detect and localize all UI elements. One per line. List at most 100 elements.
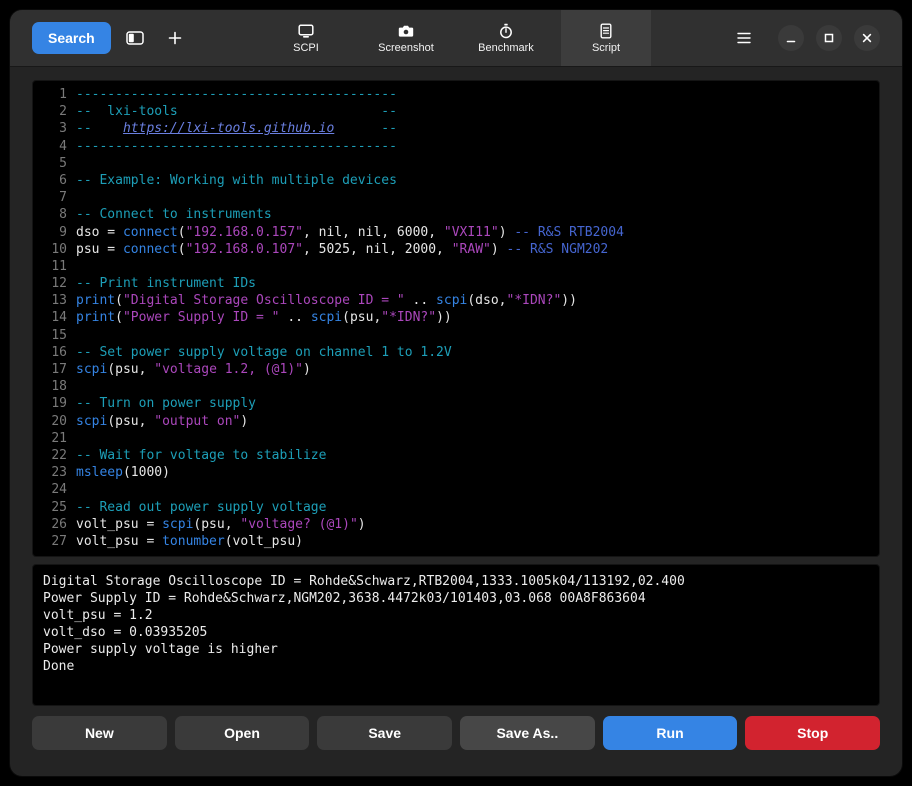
stop-button[interactable]: Stop [745,716,880,750]
line-number: 5 [33,155,67,172]
line-number: 18 [33,378,67,395]
line-number: 9 [33,224,67,241]
tab-benchmark[interactable]: Benchmark [461,10,551,66]
document-icon [598,23,614,39]
console-line: Power Supply ID = Rohde&Schwarz,NGM202,3… [43,590,869,607]
camera-icon [398,23,414,39]
line-number: 12 [33,275,67,292]
code-line: 7 [33,189,879,206]
line-number: 3 [33,120,67,137]
code-line: 3-- https://lxi-tools.github.io -- [33,120,879,137]
save-as-button[interactable]: Save As.. [460,716,595,750]
console-line: Digital Storage Oscilloscope ID = Rohde&… [43,573,869,590]
sidebar-toggle-button[interactable] [119,22,151,54]
script-editor[interactable]: 1---------------------------------------… [32,80,880,557]
code-line: 4---------------------------------------… [33,138,879,155]
code-line: 25-- Read out power supply voltage [33,499,879,516]
line-number: 15 [33,327,67,344]
line-number: 20 [33,413,67,430]
code-line: 27volt_psu = tonumber(volt_psu) [33,533,879,550]
maximize-button[interactable] [816,25,842,51]
code-line: 11 [33,258,879,275]
tab-label: SCPI [293,42,319,54]
console-line: volt_dso = 0.03935205 [43,624,869,641]
line-number: 27 [33,533,67,550]
line-number: 1 [33,86,67,103]
tab-screenshot[interactable]: Screenshot [361,10,451,66]
hamburger-menu-icon [737,32,751,44]
maximize-icon [822,31,836,45]
code-line: 8-- Connect to instruments [33,206,879,223]
header-right-cluster [728,22,880,54]
code-line: 24 [33,481,879,498]
line-number: 8 [33,206,67,223]
code-lines: 1---------------------------------------… [33,86,879,550]
action-bar: New Open Save Save As.. Run Stop [32,716,880,750]
sidebar-toggle-icon [126,30,144,46]
code-line: 5 [33,155,879,172]
line-number: 24 [33,481,67,498]
code-line: 2-- lxi-tools -- [33,103,879,120]
console-line: volt_psu = 1.2 [43,607,869,624]
line-number: 4 [33,138,67,155]
line-number: 11 [33,258,67,275]
code-line: 17scpi(psu, "voltage 1.2, (@1)") [33,361,879,378]
code-line: 18 [33,378,879,395]
code-line: 22-- Wait for voltage to stabilize [33,447,879,464]
code-line: 23msleep(1000) [33,464,879,481]
line-number: 25 [33,499,67,516]
display-icon [298,23,314,39]
header-left-cluster: Search [32,22,191,54]
code-line: 14print("Power Supply ID = " .. scpi(psu… [33,309,879,326]
line-number: 13 [33,292,67,309]
tab-label: Benchmark [478,42,534,54]
code-line: 10psu = connect("192.168.0.107", 5025, n… [33,241,879,258]
run-button[interactable]: Run [603,716,738,750]
line-number: 16 [33,344,67,361]
line-number: 14 [33,309,67,326]
minimize-button[interactable] [778,25,804,51]
search-button[interactable]: Search [32,22,111,54]
code-line: 15 [33,327,879,344]
code-line: 21 [33,430,879,447]
open-button[interactable]: Open [175,716,310,750]
code-line: 9dso = connect("192.168.0.157", nil, nil… [33,224,879,241]
stopwatch-icon [498,23,514,39]
close-icon [860,31,874,45]
line-number: 21 [33,430,67,447]
plus-icon [168,31,182,45]
menu-button[interactable] [728,22,760,54]
console-line: Done [43,658,869,675]
code-line: 12-- Print instrument IDs [33,275,879,292]
console-lines: Digital Storage Oscilloscope ID = Rohde&… [43,573,869,675]
tab-label: Script [592,42,620,54]
line-number: 10 [33,241,67,258]
line-number: 17 [33,361,67,378]
output-console[interactable]: Digital Storage Oscilloscope ID = Rohde&… [32,564,880,706]
line-number: 6 [33,172,67,189]
line-number: 26 [33,516,67,533]
line-number: 23 [33,464,67,481]
code-line: 13print("Digital Storage Oscilloscope ID… [33,292,879,309]
tab-scpi[interactable]: SCPI [261,10,351,66]
line-number: 7 [33,189,67,206]
tab-script[interactable]: Script [561,10,651,66]
code-line: 1---------------------------------------… [33,86,879,103]
code-line: 16-- Set power supply voltage on channel… [33,344,879,361]
minimize-icon [784,31,798,45]
new-button[interactable]: New [32,716,167,750]
tab-bar: SCPI Screenshot Benchmark [261,10,651,66]
save-button[interactable]: Save [317,716,452,750]
tab-label: Screenshot [378,42,434,54]
code-line: 26volt_psu = scpi(psu, "voltage? (@1)") [33,516,879,533]
code-line: 19-- Turn on power supply [33,395,879,412]
lxi-tools-window: Search SCPI [10,10,902,776]
console-line: Power supply voltage is higher [43,641,869,658]
headerbar: Search SCPI [10,10,902,67]
code-line: 20scpi(psu, "output on") [33,413,879,430]
close-button[interactable] [854,25,880,51]
line-number: 2 [33,103,67,120]
new-tab-button[interactable] [159,22,191,54]
code-line: 6-- Example: Working with multiple devic… [33,172,879,189]
line-number: 22 [33,447,67,464]
